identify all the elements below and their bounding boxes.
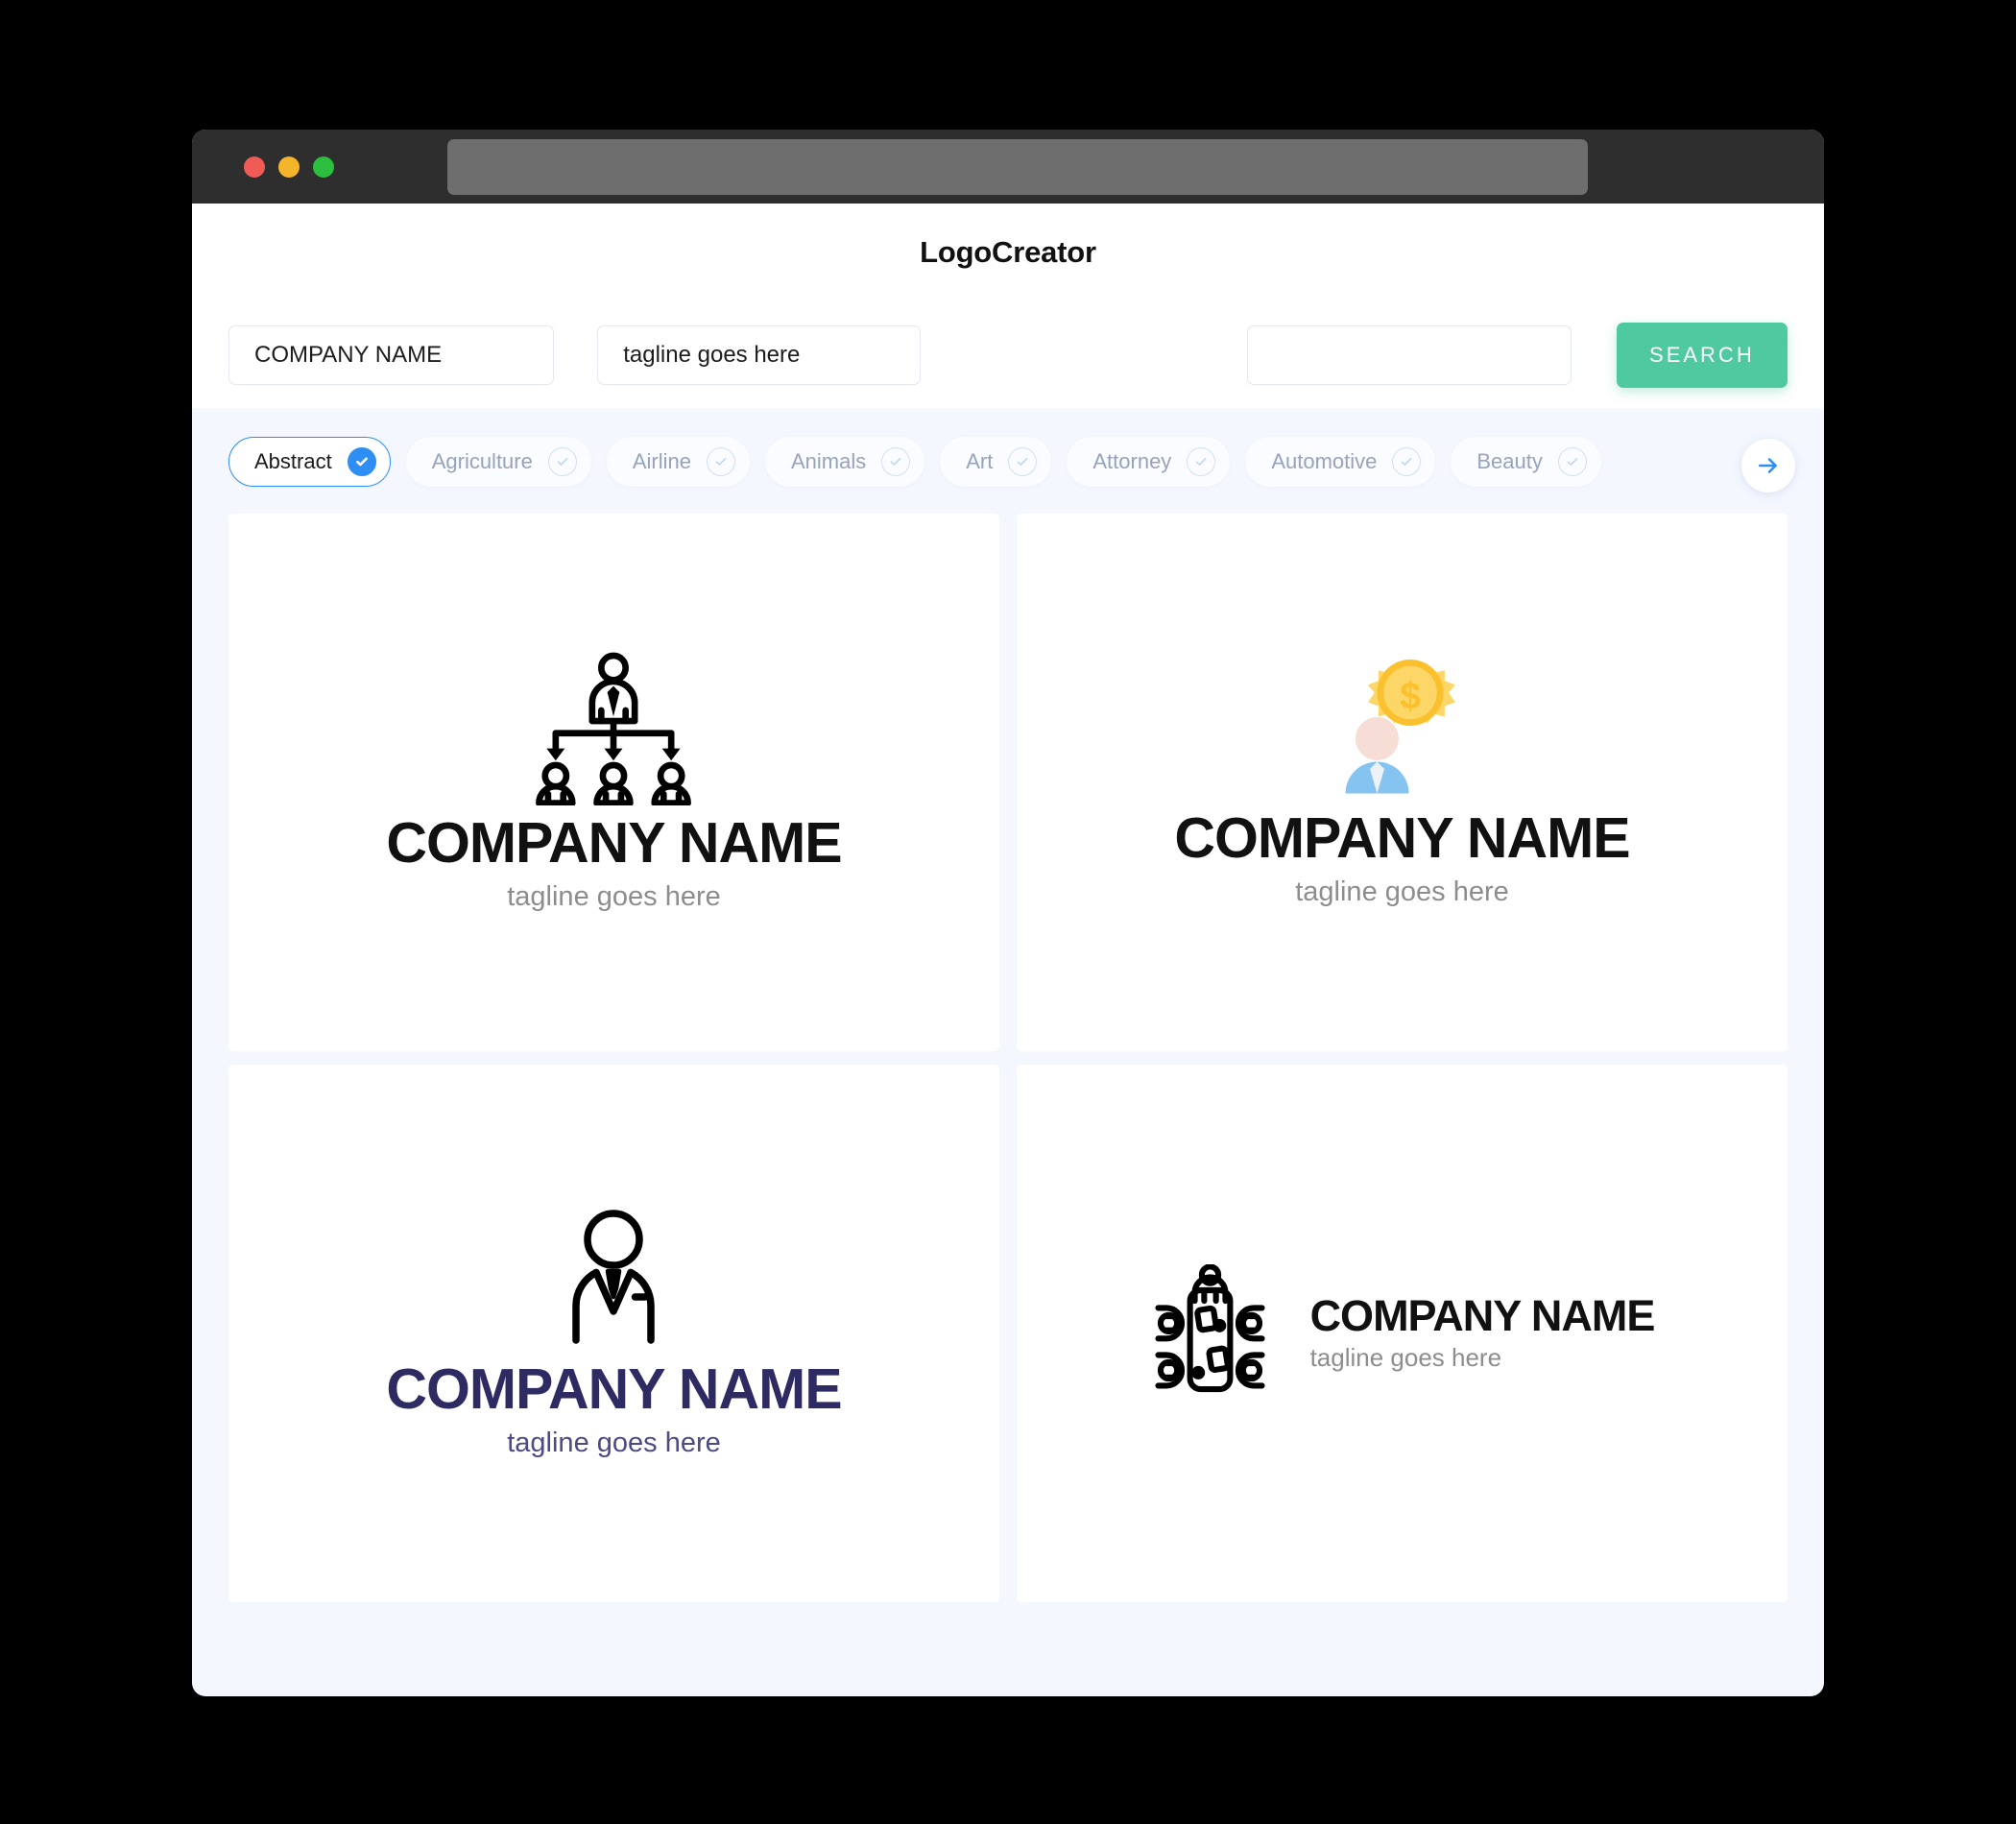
businessman-outline-icon — [386, 1208, 841, 1352]
company-name-input[interactable]: COMPANY NAME — [228, 324, 555, 385]
traffic-light-buttons — [244, 156, 334, 178]
logo-company-name: COMPANY NAME — [386, 1357, 842, 1421]
category-chip-animals[interactable]: Animals — [765, 437, 925, 487]
maximize-window-button[interactable] — [313, 156, 334, 178]
svg-text:$: $ — [1401, 676, 1422, 717]
browser-window: LogoCreator COMPANY NAME tagline goes he… — [192, 130, 1824, 1696]
category-chip-art[interactable]: Art — [940, 437, 1052, 487]
minimize-window-button[interactable] — [278, 156, 300, 178]
logo-card[interactable]: COMPANY NAME tagline goes here — [228, 1065, 999, 1602]
logo-tagline: tagline goes here — [507, 881, 721, 912]
category-chip-label: Art — [966, 449, 994, 473]
search-button[interactable]: SEARCH — [1616, 322, 1788, 388]
category-chip-agriculture[interactable]: Agriculture — [405, 437, 591, 487]
logo-tagline: tagline goes here — [507, 1428, 721, 1458]
category-chip-label: Automotive — [1271, 449, 1378, 473]
check-circle-icon — [1008, 447, 1038, 476]
category-chip-list: Abstract Agriculture Airline Animals Art… — [228, 437, 1824, 487]
check-circle-icon — [1557, 447, 1587, 476]
arrow-right-icon — [1759, 458, 1777, 473]
category-chip-label: Abstract — [254, 449, 332, 473]
org-chart-hierarchy-icon — [386, 652, 841, 805]
keyword-input[interactable] — [1247, 324, 1572, 385]
category-chip-label: Airline — [632, 449, 691, 473]
logo-card[interactable]: COMPANY NAME tagline goes here — [228, 514, 999, 1051]
category-chip-label: Attorney — [1092, 449, 1172, 473]
logo-tagline: tagline goes here — [1309, 1343, 1502, 1372]
category-chip-airline[interactable]: Airline — [606, 437, 750, 487]
check-circle-icon — [1187, 447, 1216, 476]
app-title: LogoCreator — [920, 235, 1096, 269]
category-chip-attorney[interactable]: Attorney — [1067, 437, 1231, 487]
check-circle-icon — [707, 447, 735, 476]
logo-tagline: tagline goes here — [1295, 876, 1509, 907]
category-chip-beauty[interactable]: Beauty — [1451, 437, 1601, 487]
category-filter-bar: Abstract Agriculture Airline Animals Art… — [192, 408, 1824, 514]
check-circle-icon — [881, 447, 911, 476]
logo-company-name: COMPANY NAME — [1174, 806, 1630, 870]
logo-card[interactable]: COMPANY NAME tagline goes here — [1017, 1065, 1788, 1602]
url-bar[interactable] — [447, 138, 1588, 195]
browser-titlebar — [192, 130, 1824, 204]
app-header: LogoCreator — [192, 204, 1824, 301]
logo-company-name: COMPANY NAME — [386, 811, 842, 875]
category-chip-abstract[interactable]: Abstract — [228, 437, 391, 487]
category-chip-label: Animals — [791, 449, 867, 473]
category-chip-label: Agriculture — [431, 449, 533, 473]
check-circle-icon — [547, 447, 577, 476]
check-circle-icon — [347, 447, 376, 476]
search-bar: COMPANY NAME tagline goes here SEARCH — [192, 301, 1824, 408]
logo-results-grid: COMPANY NAME tagline goes here $ COMPANY… — [192, 514, 1824, 1602]
check-circle-icon — [1392, 447, 1422, 476]
conference-table-meeting-icon — [1150, 1263, 1270, 1394]
next-categories-button[interactable] — [1741, 439, 1795, 492]
businessman-gear-coin-icon: $ — [1174, 657, 1629, 801]
logo-card[interactable]: $ COMPANY NAME tagline goes here — [1017, 514, 1788, 1051]
logo-company-name: COMPANY NAME — [1309, 1291, 1656, 1340]
category-chip-automotive[interactable]: Automotive — [1245, 437, 1436, 487]
tagline-input[interactable]: tagline goes here — [597, 324, 922, 385]
close-window-button[interactable] — [244, 156, 265, 178]
category-chip-label: Beauty — [1476, 449, 1543, 473]
